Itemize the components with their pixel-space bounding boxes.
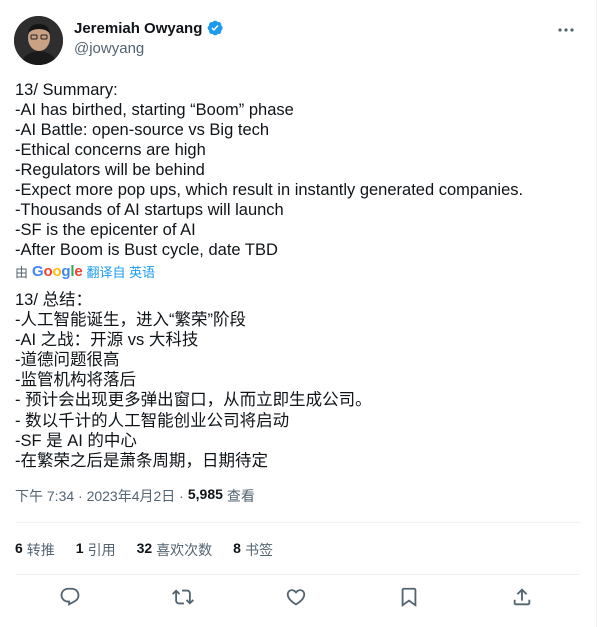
text-line: 13/ Summary: — [15, 81, 118, 99]
views-count: 5,985 — [187, 486, 223, 502]
author-block: Jeremiah Owyang @jowyang — [74, 19, 224, 57]
views-label: 查看 — [226, 488, 255, 504]
text-line: -SF 是 AI 的中心 — [15, 431, 137, 450]
author-handle[interactable]: @jowyang — [74, 40, 224, 57]
text-line: -道德问题很高 — [15, 351, 120, 370]
tweet-original-text: 13/ Summary: -AI has birthed, starting “… — [15, 80, 523, 260]
stat-label: 书签 — [244, 542, 273, 558]
stat-number: 6 — [15, 540, 23, 556]
text-line: -AI Battle: open-source vs Big tech — [15, 121, 270, 139]
text-line: -Thousands of AI startups will launch — [15, 201, 284, 219]
text-line: -After Boom is Bust cycle, date TBD — [15, 241, 278, 259]
text-line: -AI has birthed, starting “Boom” phase — [15, 101, 294, 119]
author-name[interactable]: Jeremiah Owyang — [74, 20, 202, 37]
stat-number: 1 — [75, 540, 84, 556]
quotes-stat[interactable]: 1 引用 — [76, 540, 116, 560]
reply-icon[interactable] — [59, 586, 83, 610]
likes-stat[interactable]: 32 喜欢次数 — [137, 540, 213, 560]
text-line: -监管机构将落后 — [15, 371, 136, 390]
stat-number: 8 — [233, 540, 241, 556]
like-icon[interactable] — [285, 586, 309, 610]
tweet-card: Jeremiah Owyang @jowyang 13/ Summary: -A… — [0, 0, 597, 627]
verified-badge-icon[interactable] — [206, 19, 224, 37]
retweets-stat[interactable]: 6 转推 — [15, 540, 55, 560]
tweet-stats: 6 转推 1 引用 32 喜欢次数 8 书签 — [15, 540, 273, 560]
stat-label: 转推 — [26, 542, 55, 558]
text-line: -在繁荣之后是萧条周期，日期待定 — [15, 451, 268, 470]
bookmark-icon[interactable] — [398, 586, 422, 610]
text-line: - 数以千计的人工智能创业公司将启动 — [15, 411, 290, 430]
tweet-timestamp[interactable]: 下午 7:34 · 2023年4月2日 · — [15, 486, 184, 506]
tweet-meta: 下午 7:34 · 2023年4月2日 · 5,985 查看 — [15, 486, 255, 506]
google-logo: Google — [32, 263, 83, 280]
divider — [15, 574, 580, 575]
text-line: - 预计会出现更多弹出窗口，从而立即生成公司。 — [15, 391, 372, 410]
text-line: -Regulators will be behind — [15, 161, 205, 179]
author-name-row[interactable]: Jeremiah Owyang — [74, 19, 224, 37]
tweet-header: Jeremiah Owyang @jowyang — [14, 14, 582, 70]
avatar[interactable] — [14, 16, 63, 65]
stat-label: 引用 — [87, 542, 116, 558]
translation-by-label: 由 — [15, 265, 29, 280]
divider — [15, 522, 580, 523]
share-icon[interactable] — [511, 586, 535, 610]
bookmarks-stat[interactable]: 8 书签 — [233, 540, 273, 560]
more-options-icon[interactable] — [556, 20, 576, 40]
stat-number: 32 — [136, 540, 153, 556]
profile-photo-icon — [14, 16, 63, 65]
retweet-icon[interactable] — [172, 586, 196, 610]
text-line: -Expect more pop ups, which result in in… — [15, 181, 524, 199]
text-line: -AI 之战：开源 vs 大科技 — [15, 331, 199, 350]
translation-source-link[interactable]: 翻译自 英语 — [87, 262, 156, 281]
tweet-translated-text: 13/ 总结： -人工智能诞生，进入“繁荣”阶段 -AI 之战：开源 vs 大科… — [15, 290, 372, 471]
translation-attribution: 由 Google 翻译自 英语 — [15, 262, 155, 281]
text-line: -SF is the epicenter of AI — [15, 221, 196, 239]
stat-label: 喜欢次数 — [156, 542, 213, 558]
text-line: 13/ 总结： — [15, 291, 93, 309]
text-line: -Ethical concerns are high — [15, 141, 206, 159]
tweet-actions — [0, 586, 597, 612]
text-line: -人工智能诞生，进入“繁荣”阶段 — [15, 311, 246, 330]
